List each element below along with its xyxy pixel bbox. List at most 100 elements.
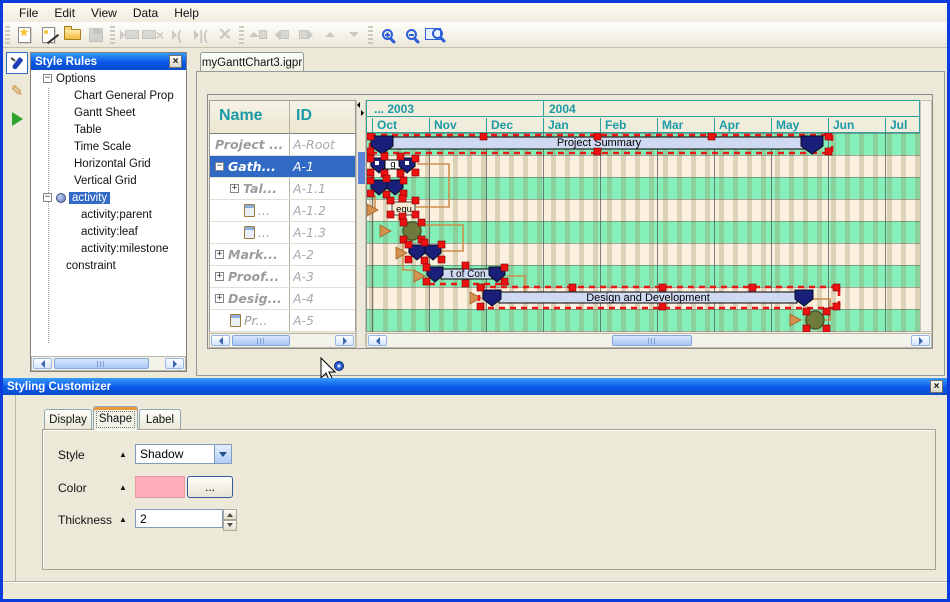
link-end-button[interactable]: |( (189, 24, 213, 46)
chart-hscrollbar[interactable] (366, 333, 932, 348)
thickness-input[interactable]: 2 (135, 509, 223, 528)
tree-node-table[interactable]: Table (31, 121, 186, 138)
activity-project-summary[interactable]: Project Summary (367, 133, 832, 155)
scrollbar-thumb[interactable] (232, 335, 290, 346)
run-button[interactable] (6, 108, 28, 130)
scrollbar-thumb[interactable] (612, 335, 692, 346)
scroll-left-icon[interactable] (368, 335, 387, 346)
collapse-icon[interactable]: − (43, 193, 52, 202)
table-hscrollbar[interactable] (209, 333, 356, 348)
activity-design-development[interactable]: Design and Development (470, 284, 840, 310)
zoom-fit-button[interactable] (423, 24, 447, 46)
tree-node-gantt-sheet[interactable]: Gantt Sheet (31, 104, 186, 121)
style-mode-button[interactable] (6, 52, 28, 74)
table-row[interactable]: + Desig...A-4 (210, 288, 355, 310)
table-row[interactable]: Project ...A-Root (210, 134, 355, 156)
tab-mygantt-chart[interactable]: myGanttChart3.igpr (200, 52, 304, 72)
tab-display[interactable]: Display (44, 409, 92, 429)
color-inherit-marker[interactable]: ▲ (119, 483, 127, 492)
chart-vscrollbar[interactable] (920, 100, 932, 332)
spinner-down-icon[interactable] (223, 520, 237, 531)
tree-node-time-scale[interactable]: Time Scale (31, 138, 186, 155)
style-rules-close-button[interactable]: × (169, 55, 182, 68)
table-row[interactable]: + Mark...A-2 (210, 244, 355, 266)
toolbar-grip[interactable] (368, 26, 373, 44)
tab-shape[interactable]: Shape (93, 406, 138, 430)
insert-activity-button[interactable] (117, 24, 141, 46)
tree-node-constraint[interactable]: constraint (31, 257, 186, 274)
tree-node-chart-general[interactable]: Chart General Prop (31, 87, 186, 104)
expand-icon[interactable]: + (230, 184, 239, 193)
edit-mode-button[interactable]: ✎ (6, 80, 28, 102)
wizard-button[interactable] (36, 24, 60, 46)
style-inherit-marker[interactable]: ▲ (119, 450, 127, 459)
time-scale[interactable]: ... 2003 2004 Oct Nov Dec Jan Feb Mar Ap… (366, 100, 920, 133)
menu-edit[interactable]: Edit (46, 5, 83, 21)
toolbar-grip[interactable] (239, 26, 244, 44)
scroll-left-icon[interactable] (211, 335, 230, 346)
tree-node-activity-milestone[interactable]: activity:milestone (31, 240, 186, 257)
table-row[interactable]: ...A-1.2 (210, 200, 355, 222)
table-row[interactable]: Pr...A-5 (210, 310, 355, 332)
table-chart-splitter[interactable] (356, 100, 366, 347)
menu-view[interactable]: View (83, 5, 125, 21)
activity-milestone-1[interactable] (380, 219, 425, 243)
scrollbar-thumb[interactable] (54, 358, 149, 369)
link-start-button[interactable]: ( (165, 24, 189, 46)
style-select[interactable]: Shadow (135, 444, 232, 464)
thickness-inherit-marker[interactable]: ▲ (119, 515, 127, 524)
splitter-collapse-left-icon[interactable] (357, 102, 360, 108)
tree-node-activity-leaf[interactable]: activity:leaf (31, 223, 186, 240)
tree-node-activity[interactable]: − activity (31, 189, 186, 206)
styling-customizer-close-button[interactable]: × (930, 380, 943, 393)
styling-customizer-titlebar[interactable]: Styling Customizer × (3, 378, 947, 395)
style-rules-hscrollbar[interactable] (31, 356, 186, 371)
tree-node-options[interactable]: − Options (31, 70, 186, 87)
table-row[interactable]: + Proof...A-3 (210, 266, 355, 288)
collapse-icon[interactable]: − (43, 74, 52, 83)
splitter-collapse-right-icon[interactable] (361, 110, 364, 116)
tree-node-activity-parent[interactable]: activity:parent (31, 206, 186, 223)
tree-node-horizontal-grid[interactable]: Horizontal Grid (31, 155, 186, 172)
menu-file[interactable]: File (11, 5, 46, 21)
color-swatch[interactable] (135, 476, 185, 498)
tree-node-vertical-grid[interactable]: Vertical Grid (31, 172, 186, 189)
scroll-left-icon[interactable] (33, 358, 52, 369)
save-button[interactable] (84, 24, 108, 46)
activity-talk[interactable] (367, 175, 407, 198)
move-up-button[interactable] (318, 24, 342, 46)
thickness-spinner[interactable] (223, 509, 237, 528)
indent-button[interactable] (294, 24, 318, 46)
scroll-right-icon[interactable] (911, 335, 930, 346)
move-down-button[interactable] (342, 24, 366, 46)
gantt-sheet[interactable]: Project Summary g (366, 133, 920, 332)
activity-gathering[interactable]: g (367, 153, 419, 177)
toolbar-grip[interactable] (110, 26, 115, 44)
menu-help[interactable]: Help (166, 5, 207, 21)
delete-button[interactable]: ✕ (213, 24, 237, 46)
scroll-right-icon[interactable] (165, 358, 184, 369)
expand-icon[interactable]: + (215, 294, 224, 303)
style-rules-titlebar[interactable]: Style Rules × (31, 53, 186, 70)
zoom-out-button[interactable] (399, 24, 423, 46)
scroll-right-icon[interactable] (335, 335, 354, 346)
zoom-in-button[interactable] (375, 24, 399, 46)
tab-label[interactable]: Label (139, 409, 181, 429)
expand-icon[interactable]: + (215, 250, 224, 259)
table-row-selected[interactable]: − Gath...A-1 (210, 156, 355, 178)
activity-milestone-2[interactable] (790, 308, 830, 332)
spinner-up-icon[interactable] (223, 509, 237, 520)
outdent-button[interactable] (270, 24, 294, 46)
promote-button[interactable] (246, 24, 270, 46)
collapse-icon[interactable]: − (215, 162, 224, 171)
new-document-button[interactable] (12, 24, 36, 46)
toolbar-grip[interactable] (5, 26, 10, 44)
splitter-handle[interactable] (358, 152, 365, 184)
open-button[interactable] (60, 24, 84, 46)
menu-data[interactable]: Data (125, 5, 166, 21)
column-header-name[interactable]: Name (219, 107, 263, 125)
delete-row-button[interactable]: × (141, 24, 165, 46)
activity-proof-of-concept[interactable]: t of Con (414, 262, 509, 287)
table-row[interactable]: ...A-1.3 (210, 222, 355, 244)
table-row[interactable]: + Tal...A-1.1 (210, 178, 355, 200)
